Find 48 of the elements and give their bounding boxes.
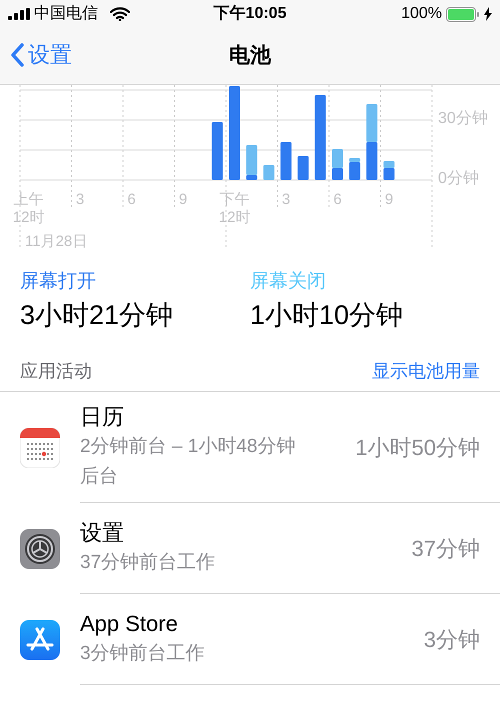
axis-label: 3 <box>280 191 292 209</box>
signal-icon <box>8 8 30 20</box>
chart-bar <box>280 142 292 180</box>
battery-percent: 100% <box>401 4 442 24</box>
back-button[interactable]: 设置 <box>10 38 72 71</box>
usage-time: 37分钟 <box>412 534 480 562</box>
app-row[interactable]: 日历 2分钟前台 – 1小时48分钟后台 1小时50分钟 <box>0 392 500 503</box>
chart-bar <box>212 122 223 180</box>
chart-bar <box>366 142 378 180</box>
summary-value: 3小时21分钟 <box>20 299 174 332</box>
axis-label: 3 <box>74 191 86 209</box>
axis-label: 下午12时 <box>218 191 251 227</box>
battery-icon <box>446 6 480 22</box>
axis-label: 0分钟 <box>438 171 479 187</box>
app-detail: 37分钟前台工作 <box>80 551 216 575</box>
app-store-icon <box>20 620 60 660</box>
date-label: 11月28日 <box>25 232 88 252</box>
app-row[interactable]: App Store 3分钟前台工作 3分钟 <box>0 594 500 685</box>
app-row[interactable]: 设置 37分钟前台工作 37分钟 <box>0 503 500 594</box>
clock-label: 下午10:05 <box>214 4 286 24</box>
calendar-icon <box>20 428 60 468</box>
axis-label: 上午12时 <box>12 191 45 227</box>
wifi-icon <box>110 7 130 21</box>
usage-time: 1小时50分钟 <box>355 434 480 462</box>
chevron-left-icon <box>10 42 24 66</box>
summary-value: 1小时10分钟 <box>250 299 404 332</box>
chart-bar <box>366 104 378 142</box>
chart-bar <box>263 165 274 180</box>
charging-bolt-icon <box>484 7 492 21</box>
summary-label: 屏幕关闭 <box>250 270 327 294</box>
page-title: 电池 <box>229 43 271 70</box>
app-name: 日历 <box>80 403 125 431</box>
axis-label: 6 <box>332 191 343 209</box>
axis-label: 9 <box>384 191 394 209</box>
section-title: 应用活动 <box>20 360 92 383</box>
app-detail: 2分钟前台 – 1小时48分钟后台 <box>80 435 296 489</box>
show-battery-usage-link[interactable]: 显示电池用量 <box>372 358 480 385</box>
axis-label: 30分钟 <box>438 111 488 127</box>
app-name: 设置 <box>80 519 125 547</box>
gear-icon <box>20 528 60 568</box>
app-name: App Store <box>80 610 179 638</box>
usage-time: 3分钟 <box>424 626 480 654</box>
summary-label: 屏幕打开 <box>20 270 97 294</box>
axis-label: 9 <box>178 191 188 209</box>
app-detail: 3分钟前台工作 <box>80 642 206 666</box>
axis-label: 6 <box>126 191 137 209</box>
carrier-label: 中国电信 <box>34 4 98 24</box>
chart-bar <box>298 156 309 180</box>
